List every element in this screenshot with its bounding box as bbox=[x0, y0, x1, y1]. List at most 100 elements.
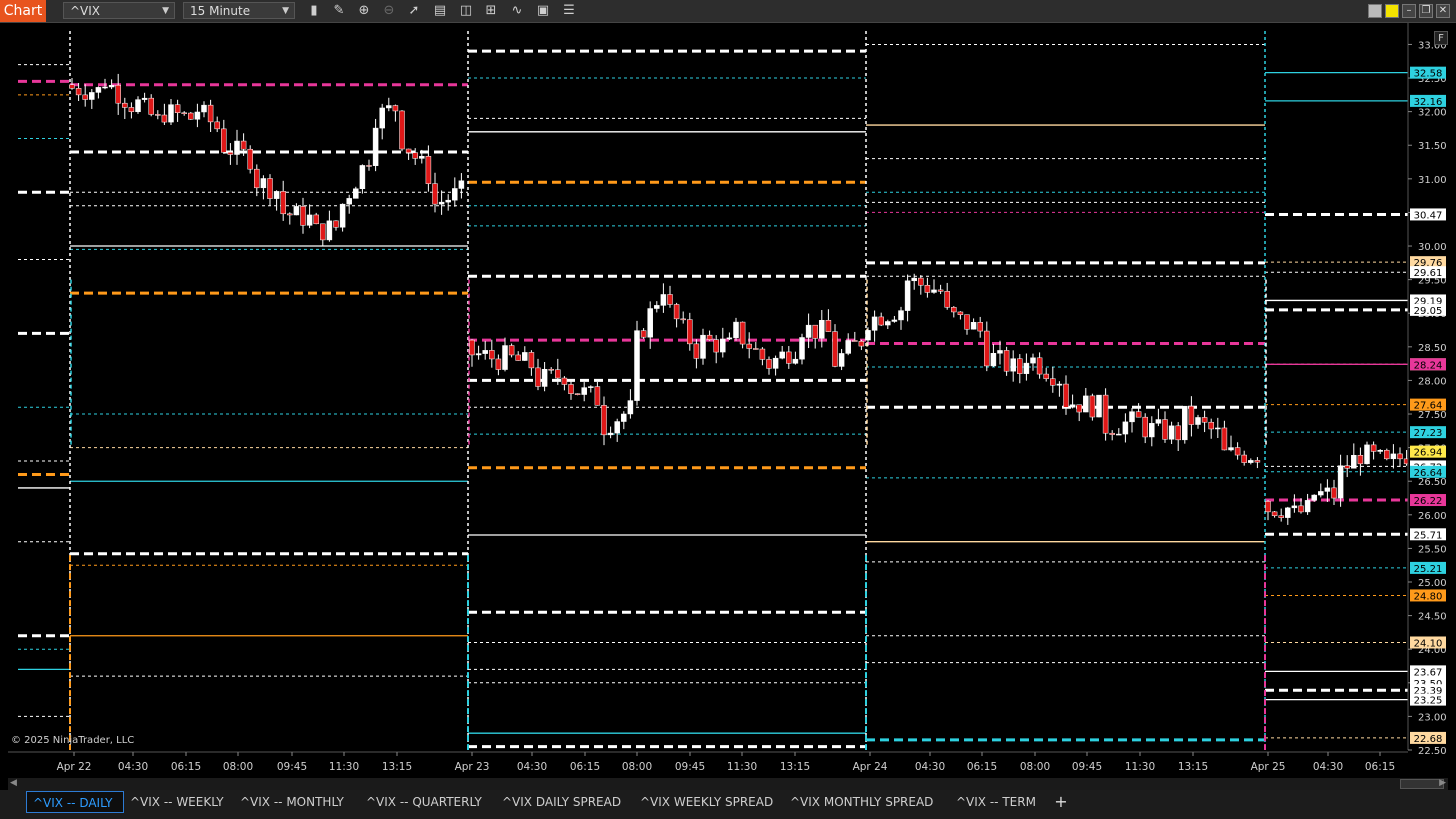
close-icon[interactable]: ✕ bbox=[1436, 4, 1450, 18]
candle-body-1-48 bbox=[786, 351, 792, 364]
candle-body-1-27 bbox=[647, 308, 653, 338]
chart-tab-bar: ^VIX -- DAILY ^VIX -- WEEKLY ^VIX -- MONTH… bbox=[0, 790, 1456, 819]
tab-6[interactable]: ^VIX MONTHLY SPREAD bbox=[784, 791, 950, 813]
zoom-in-icon[interactable]: ⊕ bbox=[355, 2, 373, 20]
tab-3[interactable]: ^VIX -- QUARTERLY bbox=[360, 791, 496, 813]
candle-body-0-26 bbox=[240, 140, 247, 150]
candle-body-1-44 bbox=[759, 348, 766, 360]
pointer-icon[interactable]: ➚ bbox=[405, 2, 423, 20]
zoom-out-icon[interactable]: ⊖ bbox=[380, 2, 398, 20]
candle-body-2-26 bbox=[1036, 357, 1043, 375]
candle-body-2-28 bbox=[1050, 378, 1056, 386]
tab-7[interactable]: ^VIX -- TERM bbox=[950, 791, 1050, 813]
candle-body-2-19 bbox=[990, 353, 997, 367]
candle-body-2-46 bbox=[1168, 425, 1175, 440]
properties-icon[interactable]: ▤ bbox=[431, 2, 449, 20]
candle-body-0-37 bbox=[313, 214, 319, 225]
scroll-thumb[interactable] bbox=[1400, 779, 1444, 789]
templates-icon[interactable]: ▣ bbox=[534, 2, 552, 20]
tab-5[interactable]: ^VIX WEEKLY SPREAD bbox=[634, 791, 784, 813]
candle-body-3-1 bbox=[1271, 511, 1278, 516]
candle-body-0-0 bbox=[69, 84, 75, 89]
candle-body-3-6 bbox=[1304, 500, 1311, 513]
candle-body-1-15 bbox=[568, 384, 574, 394]
x-tick-label-19: 11:30 bbox=[1125, 761, 1155, 773]
candle-body-3-3 bbox=[1285, 507, 1291, 518]
candle-body-0-13 bbox=[155, 114, 161, 116]
candle-body-0-30 bbox=[267, 178, 273, 199]
list-icon[interactable]: ☰ bbox=[560, 2, 578, 20]
f-button[interactable]: F bbox=[1434, 31, 1448, 45]
candle-body-0-42 bbox=[346, 198, 352, 205]
minimize-icon[interactable]: – bbox=[1402, 4, 1416, 18]
candle-body-0-38 bbox=[320, 223, 326, 241]
candle-body-1-31 bbox=[673, 304, 680, 320]
candle-body-2-52 bbox=[1208, 421, 1214, 430]
scroll-right-icon[interactable]: ▶ bbox=[1439, 778, 1446, 788]
candle-body-2-40 bbox=[1129, 411, 1135, 423]
candle-body-1-53 bbox=[819, 320, 825, 339]
tab-4[interactable]: ^VIX DAILY SPREAD bbox=[496, 791, 634, 813]
candle-body-3-17 bbox=[1377, 449, 1383, 452]
candle-body-1-11 bbox=[541, 368, 548, 387]
x-tick-label-5: 11:30 bbox=[329, 761, 359, 773]
candle-body-2-36 bbox=[1102, 394, 1109, 434]
candle-body-1-52 bbox=[812, 324, 818, 339]
candle-body-0-19 bbox=[194, 111, 201, 120]
scroll-left-icon[interactable]: ◀ bbox=[10, 778, 17, 788]
candle-body-1-45 bbox=[766, 359, 772, 369]
candle-body-2-54 bbox=[1221, 427, 1228, 451]
chart-tab-label[interactable]: Chart bbox=[0, 0, 46, 22]
bar-style-icon[interactable]: ▮ bbox=[305, 2, 323, 20]
tab-2[interactable]: ^VIX -- MONTHLY bbox=[234, 791, 360, 813]
candle-body-3-9 bbox=[1324, 487, 1331, 492]
price-marker-label-23: 22.68 bbox=[1414, 734, 1443, 745]
tab-1[interactable]: ^VIX -- WEEKLY bbox=[124, 791, 234, 813]
add-tab-icon[interactable]: + bbox=[1052, 791, 1070, 813]
color-swatch-icon[interactable] bbox=[1368, 4, 1382, 18]
interval-selector[interactable]: 15 Minute ▼ bbox=[183, 2, 295, 19]
strategies-icon[interactable]: ⊞ bbox=[482, 2, 500, 20]
indicators-icon[interactable]: ∿ bbox=[508, 2, 526, 20]
x-tick-label-10: 08:00 bbox=[622, 761, 652, 773]
price-chart[interactable]: 33.0032.5032.0031.5031.0030.5030.0029.50… bbox=[0, 23, 1456, 778]
pencil-icon[interactable]: ✎ bbox=[330, 2, 348, 20]
restore-icon[interactable]: ❐ bbox=[1419, 4, 1433, 18]
candle-body-1-14 bbox=[561, 377, 568, 385]
candle-body-2-55 bbox=[1228, 447, 1234, 451]
tab-0[interactable]: ^VIX -- DAILY bbox=[26, 791, 124, 813]
price-marker-label-10: 27.23 bbox=[1414, 428, 1443, 439]
candle-body-0-23 bbox=[221, 128, 227, 153]
candle-body-1-49 bbox=[792, 358, 799, 364]
candle-body-1-2 bbox=[482, 350, 488, 354]
candle-body-1-33 bbox=[687, 319, 693, 345]
y-tick-label-14: 26.00 bbox=[1418, 511, 1447, 522]
chevron-down-icon: ▼ bbox=[162, 6, 169, 16]
highlight-swatch-icon[interactable] bbox=[1385, 4, 1399, 18]
candle-body-3-2 bbox=[1278, 515, 1284, 518]
candle-body-0-44 bbox=[359, 165, 366, 189]
candle-body-1-10 bbox=[535, 367, 541, 387]
candle-body-0-21 bbox=[207, 104, 214, 123]
price-marker-label-15: 25.71 bbox=[1414, 530, 1443, 541]
horizontal-scrollbar[interactable]: ◀ ▶ bbox=[8, 778, 1448, 790]
candle-body-3-15 bbox=[1364, 444, 1370, 465]
y-tick-label-21: 22.50 bbox=[1418, 746, 1447, 757]
candle-body-1-13 bbox=[555, 369, 561, 379]
candle-body-1-6 bbox=[508, 345, 515, 356]
instrument-selector[interactable]: ^VIX ▼ bbox=[63, 2, 175, 19]
candle-body-1-12 bbox=[548, 368, 554, 371]
candle-body-2-29 bbox=[1056, 383, 1063, 386]
candle-body-0-4 bbox=[95, 87, 102, 93]
candle-body-3-4 bbox=[1291, 505, 1298, 509]
y-tick-label-6: 30.00 bbox=[1418, 242, 1447, 253]
y-tick-label-10: 28.00 bbox=[1418, 376, 1447, 387]
candle-body-2-34 bbox=[1089, 395, 1096, 418]
candle-body-1-29 bbox=[660, 294, 667, 306]
candle-body-1-36 bbox=[706, 334, 713, 340]
data-series-icon[interactable]: ◫ bbox=[457, 2, 475, 20]
candle-body-2-39 bbox=[1122, 421, 1129, 435]
x-tick-label-18: 09:45 bbox=[1072, 761, 1102, 773]
candle-body-1-30 bbox=[667, 294, 673, 305]
x-tick-label-3: 08:00 bbox=[223, 761, 253, 773]
